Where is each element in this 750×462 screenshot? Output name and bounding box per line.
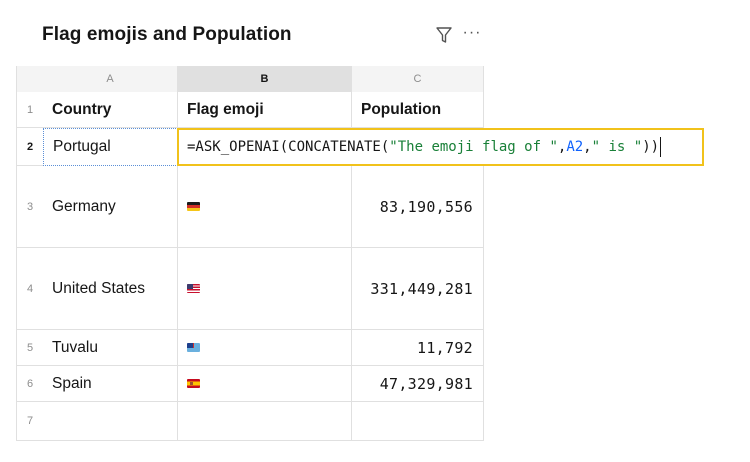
spreadsheet-grid: A B C 1 Country Flag emoji Population 2 … <box>16 66 484 441</box>
cell-flag[interactable] <box>178 330 352 366</box>
cell-population[interactable]: 331,449,281 <box>352 248 484 330</box>
row-number[interactable]: 6 <box>17 366 43 402</box>
formula-cell-reference: A2 <box>566 139 584 155</box>
united-states-flag-icon <box>187 284 200 293</box>
cell-country[interactable]: Spain <box>43 366 178 402</box>
more-options-button[interactable]: ··· <box>460 24 484 46</box>
filter-icon <box>436 27 452 43</box>
formula-editor-input[interactable]: =ASK_OPENAI(CONCATENATE("The emoji flag … <box>177 128 704 166</box>
row-number[interactable]: 2 <box>17 128 43 166</box>
filter-button[interactable] <box>433 24 455 46</box>
column-header-a[interactable]: A <box>43 66 178 92</box>
cell-flag[interactable] <box>178 166 352 248</box>
cell-country[interactable]: United States <box>43 248 178 330</box>
formula-function: =ASK_OPENAI(CONCATENATE( <box>187 139 390 155</box>
cell-flag[interactable] <box>178 248 352 330</box>
cell-population[interactable]: 83,190,556 <box>352 166 484 248</box>
header-cell-country[interactable]: Country <box>43 92 178 128</box>
spain-flag-icon <box>187 379 200 388</box>
text-caret <box>660 137 662 157</box>
tuvalu-flag-icon <box>187 343 200 352</box>
cell-flag[interactable] <box>178 366 352 402</box>
column-header-b[interactable]: B <box>178 66 352 92</box>
row-number[interactable]: 4 <box>17 248 43 330</box>
row-number[interactable]: 7 <box>17 402 43 441</box>
formula-comma: , <box>583 139 592 155</box>
cell-country[interactable]: Portugal <box>43 128 178 166</box>
row-number[interactable]: 3 <box>17 166 43 248</box>
row-number[interactable]: 1 <box>17 92 43 128</box>
cell-population[interactable] <box>352 402 484 441</box>
header-cell-population[interactable]: Population <box>352 92 484 128</box>
cell-country[interactable]: Tuvalu <box>43 330 178 366</box>
cell-country[interactable]: Germany <box>43 166 178 248</box>
sheet-title-bar: Flag emojis and Population ··· <box>42 22 482 48</box>
row-number[interactable]: 5 <box>17 330 43 366</box>
cell-flag[interactable] <box>178 402 352 441</box>
formula-string: " is " <box>591 139 643 155</box>
header-cell-flag-emoji[interactable]: Flag emoji <box>178 92 352 128</box>
formula-string: "The emoji flag of " <box>389 139 558 155</box>
cell-population[interactable]: 47,329,981 <box>352 366 484 402</box>
sheet-title: Flag emojis and Population <box>42 24 292 45</box>
cell-population[interactable]: 11,792 <box>352 330 484 366</box>
cell-country[interactable] <box>43 402 178 441</box>
column-header-c[interactable]: C <box>352 66 484 92</box>
germany-flag-icon <box>187 202 200 211</box>
formula-closing-parens: )) <box>642 139 660 155</box>
grid-corner <box>17 66 43 92</box>
